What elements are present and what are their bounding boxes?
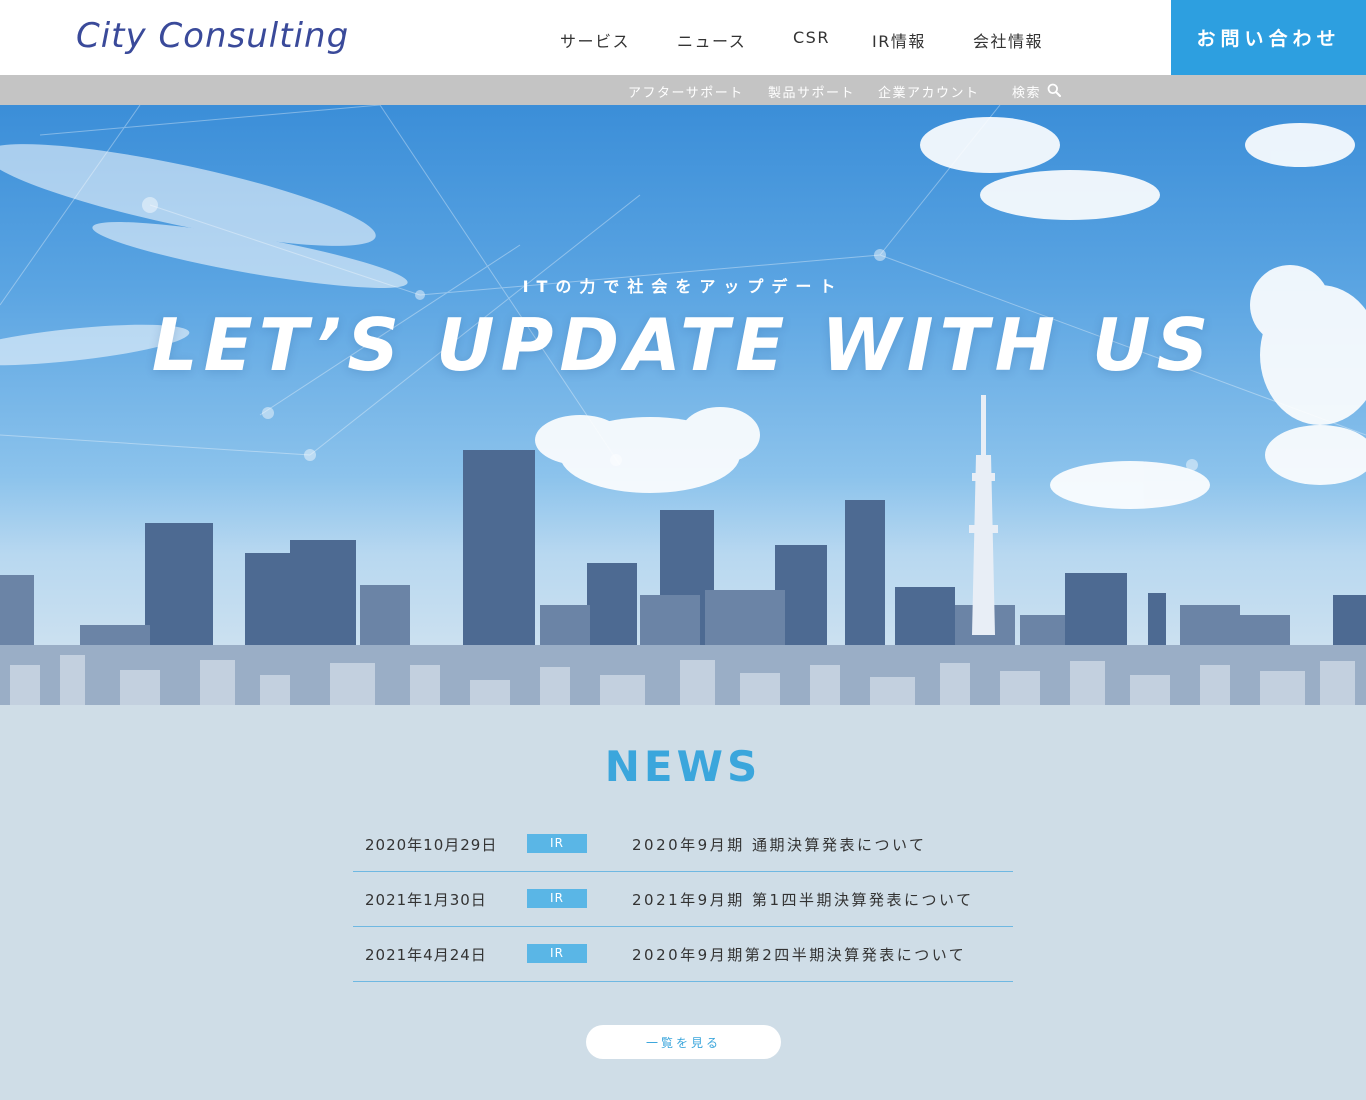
site-header: City Consulting サービス ニュース CSR IR情報 会社情報 …: [0, 0, 1366, 75]
news-item[interactable]: 2021年1月30日 IR 2021年9月期 第1四半期決算発表について: [353, 872, 1013, 927]
news-date: 2020年10月29日: [365, 836, 498, 854]
hero-title: LET’S UPDATE WITH US: [151, 303, 1215, 387]
nav-item-news[interactable]: ニュース: [677, 28, 746, 52]
search-label: 検索: [1012, 86, 1042, 101]
news-item[interactable]: 2021年4月24日 IR 2020年9月期第2四半期決算発表について: [353, 927, 1013, 982]
news-date: 2021年1月30日: [365, 891, 487, 909]
subnav-item-corporate-account[interactable]: 企業アカウント: [878, 82, 980, 101]
news-headline[interactable]: 2020年9月期第2四半期決算発表について: [632, 944, 966, 965]
news-category-badge: IR: [527, 889, 587, 908]
site-logo[interactable]: City Consulting: [76, 16, 349, 56]
news-list: 2020年10月29日 IR 2020年9月期 通期決算発表について 2021年…: [353, 817, 1013, 982]
search-icon: [1047, 83, 1062, 101]
news-headline[interactable]: 2020年9月期 通期決算発表について: [632, 834, 927, 855]
news-category-badge: IR: [527, 834, 587, 853]
news-headline[interactable]: 2021年9月期 第1四半期決算発表について: [632, 889, 974, 910]
nav-item-company[interactable]: 会社情報: [973, 28, 1043, 52]
nav-item-ir[interactable]: IR情報: [872, 28, 926, 52]
contact-button[interactable]: お問い合わせ: [1171, 0, 1366, 75]
hero-cityscape-image: [0, 105, 1366, 705]
subnav-item-product-support[interactable]: 製品サポート: [768, 82, 855, 101]
hero-banner: ITの力で社会をアップデート LET’S UPDATE WITH US: [0, 105, 1366, 705]
news-section-title: NEWS: [604, 742, 762, 791]
hero-subtitle: ITの力で社会をアップデート: [522, 277, 844, 296]
news-category-badge: IR: [527, 944, 587, 963]
news-item[interactable]: 2020年10月29日 IR 2020年9月期 通期決算発表について: [353, 817, 1013, 872]
news-date: 2021年4月24日: [365, 946, 487, 964]
subnav-item-after-support[interactable]: アフターサポート: [628, 82, 744, 101]
search-link[interactable]: 検索: [1012, 82, 1062, 101]
view-all-news-button[interactable]: 一覧を見る: [586, 1025, 781, 1059]
sub-navigation: アフターサポート 製品サポート 企業アカウント 検索: [0, 75, 1366, 105]
nav-item-service[interactable]: サービス: [560, 28, 630, 52]
nav-item-csr[interactable]: CSR: [793, 28, 830, 47]
